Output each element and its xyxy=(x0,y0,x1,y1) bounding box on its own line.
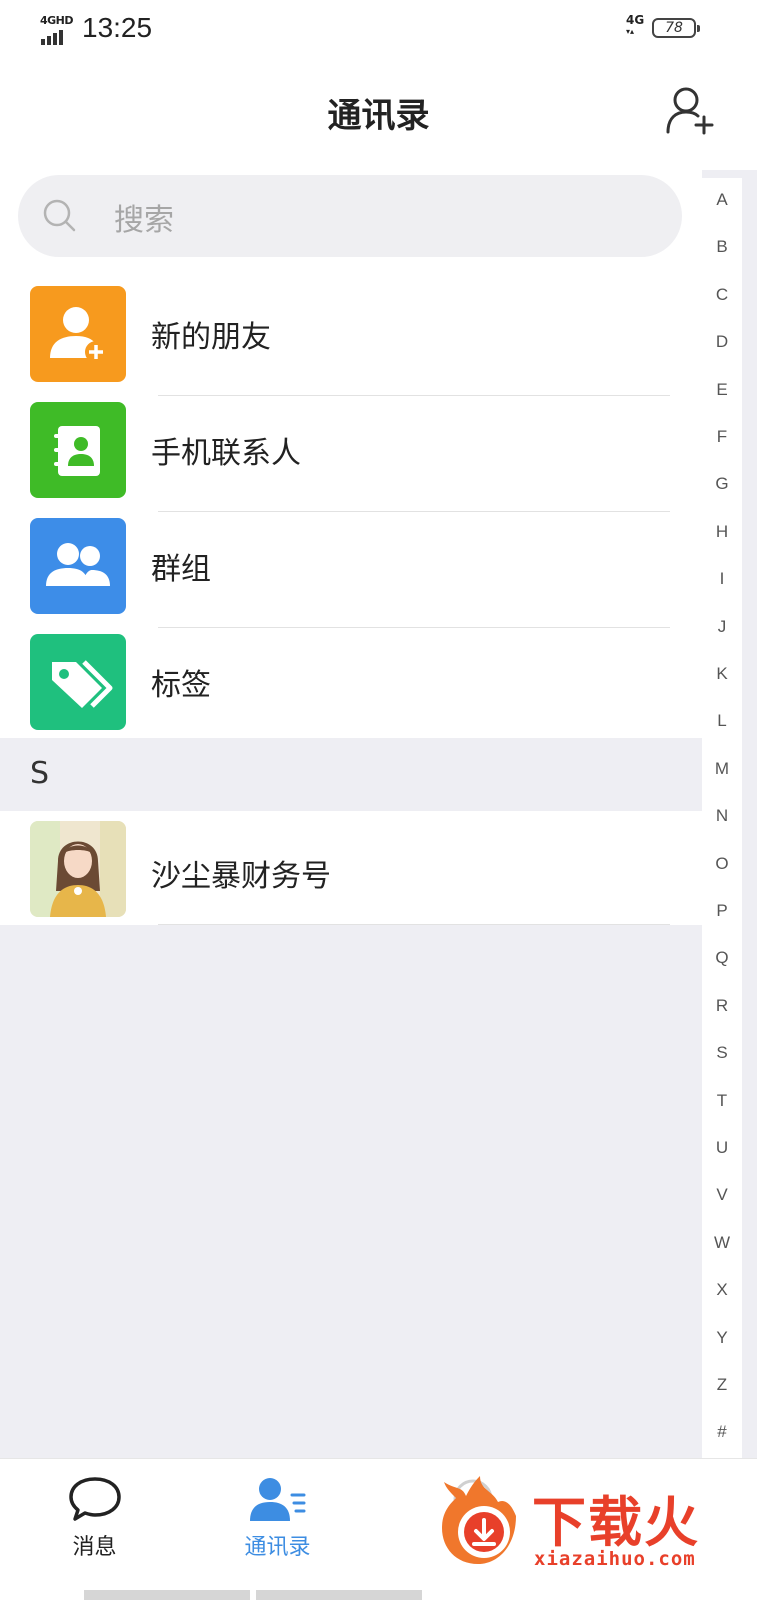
watermark-text: 下载火 xyxy=(532,1491,700,1554)
new-friends-label: 新的朋友 xyxy=(151,320,271,355)
contact-name: 沙尘暴财务号 xyxy=(151,859,331,894)
avatar xyxy=(30,821,126,917)
index-letter[interactable]: D xyxy=(702,332,742,352)
groups-item[interactable]: 群组 xyxy=(0,512,702,628)
group-icon xyxy=(46,543,110,586)
index-letter[interactable]: E xyxy=(702,380,742,400)
index-letter[interactable]: R xyxy=(702,996,742,1016)
function-list: 新的朋友 手机联系人 群组 标签 xyxy=(0,280,702,744)
watermark: 下载火 xiazaihuo.com xyxy=(436,1468,752,1572)
search-input[interactable]: 搜索 xyxy=(18,175,682,257)
index-letter[interactable]: Q xyxy=(702,948,742,968)
header: 通讯录 xyxy=(0,60,757,170)
index-letter[interactable]: B xyxy=(702,237,742,257)
index-letter[interactable]: A xyxy=(702,190,742,210)
phone-contacts-item[interactable]: 手机联系人 xyxy=(0,396,702,512)
cellular-signal-icon: 4GHD xyxy=(40,14,74,45)
index-letter[interactable]: # xyxy=(702,1422,742,1442)
flame-logo-icon xyxy=(442,1476,516,1564)
phone-contacts-label: 手机联系人 xyxy=(151,436,301,471)
search-area: 搜索 xyxy=(0,170,702,280)
tab-messages-label: 消息 xyxy=(72,1535,117,1560)
index-letter[interactable]: C xyxy=(702,285,742,305)
index-letter[interactable]: S xyxy=(702,1043,742,1063)
groups-label: 群组 xyxy=(151,552,211,587)
index-letter[interactable]: F xyxy=(702,427,742,447)
status-time: 13:25 xyxy=(82,12,153,43)
add-contact-button[interactable] xyxy=(664,84,716,136)
index-letter[interactable]: G xyxy=(702,474,742,494)
tab-contacts[interactable]: 通讯录 xyxy=(183,1459,372,1569)
contacts-main: 搜索 新的朋友 手机联系人 群组 标签 S 沙尘暴财务号 xyxy=(0,170,702,930)
page-title: 通讯录 xyxy=(327,96,430,136)
tags-label: 标签 xyxy=(151,668,211,703)
new-friends-tile xyxy=(30,286,126,382)
alphabet-index-bar[interactable]: A B C D E F G H I J K L M N O P Q R S T U V W X Y Z # xyxy=(702,178,742,1468)
index-letter[interactable]: N xyxy=(702,806,742,826)
divider xyxy=(158,924,670,925)
index-letter[interactable]: Y xyxy=(702,1328,742,1348)
battery-level: 78 xyxy=(665,20,683,36)
tab-contacts-label: 通讯录 xyxy=(244,1535,311,1560)
status-bar: 4GHD 13:25 4G ▾▴ 78 xyxy=(0,0,757,60)
tags-tile xyxy=(30,634,126,730)
watermark-domain: xiazaihuo.com xyxy=(534,1548,696,1570)
index-letter[interactable]: W xyxy=(702,1233,742,1253)
index-letter[interactable]: L xyxy=(702,711,742,731)
person-add-icon xyxy=(666,87,714,135)
index-letter[interactable]: I xyxy=(702,569,742,589)
phone-contacts-tile xyxy=(30,402,126,498)
groups-tile xyxy=(30,518,126,614)
network-type-right: 4G ▾▴ xyxy=(626,13,645,36)
tags-item[interactable]: 标签 xyxy=(0,628,702,744)
avatar-photo xyxy=(30,821,126,917)
section-letter: S xyxy=(30,756,50,791)
home-indicator xyxy=(84,1590,250,1600)
person-add-icon xyxy=(50,307,107,363)
contacts-icon xyxy=(249,1478,305,1521)
home-indicator xyxy=(256,1590,422,1600)
search-icon xyxy=(43,199,76,232)
tab-messages[interactable]: 消息 xyxy=(0,1459,189,1569)
index-letter[interactable]: O xyxy=(702,854,742,874)
section-header-s: S xyxy=(0,738,702,811)
index-letter[interactable]: K xyxy=(702,664,742,684)
index-letter[interactable]: T xyxy=(702,1091,742,1111)
index-letter[interactable]: H xyxy=(702,522,742,542)
contact-item[interactable]: 沙尘暴财务号 xyxy=(0,811,702,925)
index-letter[interactable]: U xyxy=(702,1138,742,1158)
index-letter[interactable]: V xyxy=(702,1185,742,1205)
tag-icon xyxy=(52,660,113,708)
index-letter[interactable]: Z xyxy=(702,1375,742,1395)
search-placeholder: 搜索 xyxy=(114,203,174,238)
address-book-icon xyxy=(54,426,100,476)
index-letter[interactable]: M xyxy=(702,759,742,779)
network-type-left: 4GHD xyxy=(40,14,74,27)
new-friends-item[interactable]: 新的朋友 xyxy=(0,280,702,396)
index-letter[interactable]: J xyxy=(702,617,742,637)
chat-bubble-icon xyxy=(68,1477,121,1521)
battery-icon: 78 xyxy=(652,18,700,38)
index-letter[interactable]: X xyxy=(702,1280,742,1300)
index-letter[interactable]: P xyxy=(702,901,742,921)
